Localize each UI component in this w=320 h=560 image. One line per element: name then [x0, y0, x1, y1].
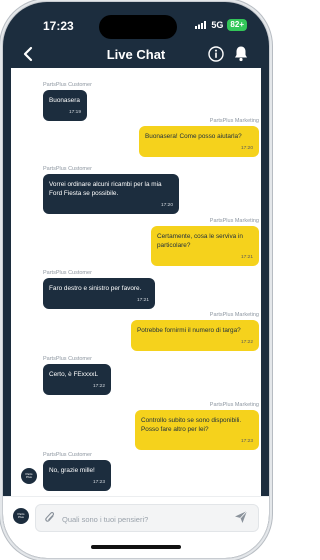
message-bubble: No, grazie mille! 17:23: [43, 460, 111, 491]
message-text: Faro destro e sinistro per favore.: [49, 285, 142, 292]
message-time: 17:21: [240, 255, 253, 260]
message-bubble: Buonasera! Come posso aiutarla? 17:20: [139, 126, 259, 157]
paperclip-icon[interactable]: [44, 511, 56, 525]
message-outgoing: PartsPlus Marketing Potrebbe fornirmi il…: [131, 312, 259, 351]
message-input[interactable]: [60, 510, 224, 528]
status-bar: 17:23 5G 82+: [3, 2, 269, 40]
avatar: Parts Plus: [21, 468, 37, 484]
send-icon[interactable]: [234, 510, 248, 524]
message-bubble: Controllo subito se sono disponibili. Po…: [135, 410, 259, 450]
message-bubble: Certo, è FExxxxL 17:22: [43, 364, 111, 395]
phone-frame: 17:23 5G 82+ Live Chat PartsPlus Custome…: [3, 2, 269, 558]
battery-indicator: 82+: [227, 19, 247, 31]
dynamic-island: [99, 15, 177, 39]
message-outgoing: PartsPlus Marketing Controllo subito se …: [135, 402, 259, 450]
message-sender: PartsPlus Marketing: [209, 218, 259, 224]
status-time: 17:23: [43, 19, 74, 33]
message-time: 17:20: [240, 146, 253, 151]
message-text: Potrebbe fornirmi il numero di targa?: [137, 327, 241, 334]
message-bubble: Faro destro e sinistro per favore. 17:21: [43, 278, 155, 309]
message-text: Controllo subito se sono disponibili. Po…: [141, 417, 242, 433]
message-text: Buonasera: [49, 97, 80, 104]
message-time: 17:23: [240, 439, 253, 444]
page-title: Live Chat: [106, 47, 166, 62]
message-text: Certo, è FExxxxL: [49, 371, 99, 378]
message-sender: PartsPlus Customer: [43, 452, 92, 458]
message-time: 17:22: [240, 340, 253, 345]
message-sender: PartsPlus Marketing: [209, 118, 259, 124]
message-time: 17:20: [160, 203, 173, 208]
message-sender: PartsPlus Customer: [43, 270, 92, 276]
message-text: No, grazie mille!: [49, 467, 95, 474]
signal-icon: [195, 21, 207, 29]
message-bubble: Vorrei ordinare alcuni ricambi per la mi…: [43, 174, 179, 214]
message-text: Buonasera! Come posso aiutarla?: [145, 133, 242, 140]
message-incoming: PartsPlus Customer No, grazie mille! 17:…: [43, 452, 111, 491]
chat-area: PartsPlus Customer Buonasera 17:19 Parts…: [11, 68, 261, 496]
message-incoming: PartsPlus Customer Certo, è FExxxxL 17:2…: [43, 356, 111, 395]
power-button: [269, 136, 272, 176]
message-incoming: PartsPlus Customer Buonasera 17:19: [43, 82, 92, 121]
message-outgoing: PartsPlus Marketing Certamente, cosa le …: [151, 218, 259, 266]
message-outgoing: PartsPlus Marketing Buonasera! Come poss…: [139, 118, 259, 157]
message-sender: PartsPlus Customer: [43, 356, 92, 362]
chat-header: Live Chat: [3, 40, 269, 68]
message-time: 17:23: [92, 480, 105, 485]
message-time: 17:19: [68, 110, 81, 115]
message-incoming: PartsPlus Customer Vorrei ordinare alcun…: [43, 166, 179, 214]
home-indicator: [91, 545, 181, 549]
status-icons: 5G 82+: [195, 19, 247, 31]
info-icon[interactable]: [208, 46, 224, 62]
message-sender: PartsPlus Customer: [43, 166, 92, 172]
message-bubble: Certamente, cosa le serviva in particola…: [151, 226, 259, 266]
network-type: 5G: [211, 20, 224, 30]
input-container: [35, 504, 259, 532]
message-bubble: Buonasera 17:19: [43, 90, 87, 121]
message-time: 17:22: [92, 384, 105, 389]
user-avatar: Parts Plus: [13, 508, 29, 524]
message-incoming: PartsPlus Customer Faro destro e sinistr…: [43, 270, 155, 309]
message-sender: PartsPlus Customer: [43, 82, 92, 88]
message-sender: PartsPlus Marketing: [209, 402, 259, 408]
message-sender: PartsPlus Marketing: [209, 312, 259, 318]
message-bubble: Potrebbe fornirmi il numero di targa? 17…: [131, 320, 259, 351]
message-text: Certamente, cosa le serviva in particola…: [157, 233, 243, 249]
message-composer: Parts Plus: [3, 496, 269, 558]
message-text: Vorrei ordinare alcuni ricambi per la mi…: [49, 181, 162, 197]
message-time: 17:21: [136, 298, 149, 303]
bell-icon[interactable]: [233, 45, 249, 62]
